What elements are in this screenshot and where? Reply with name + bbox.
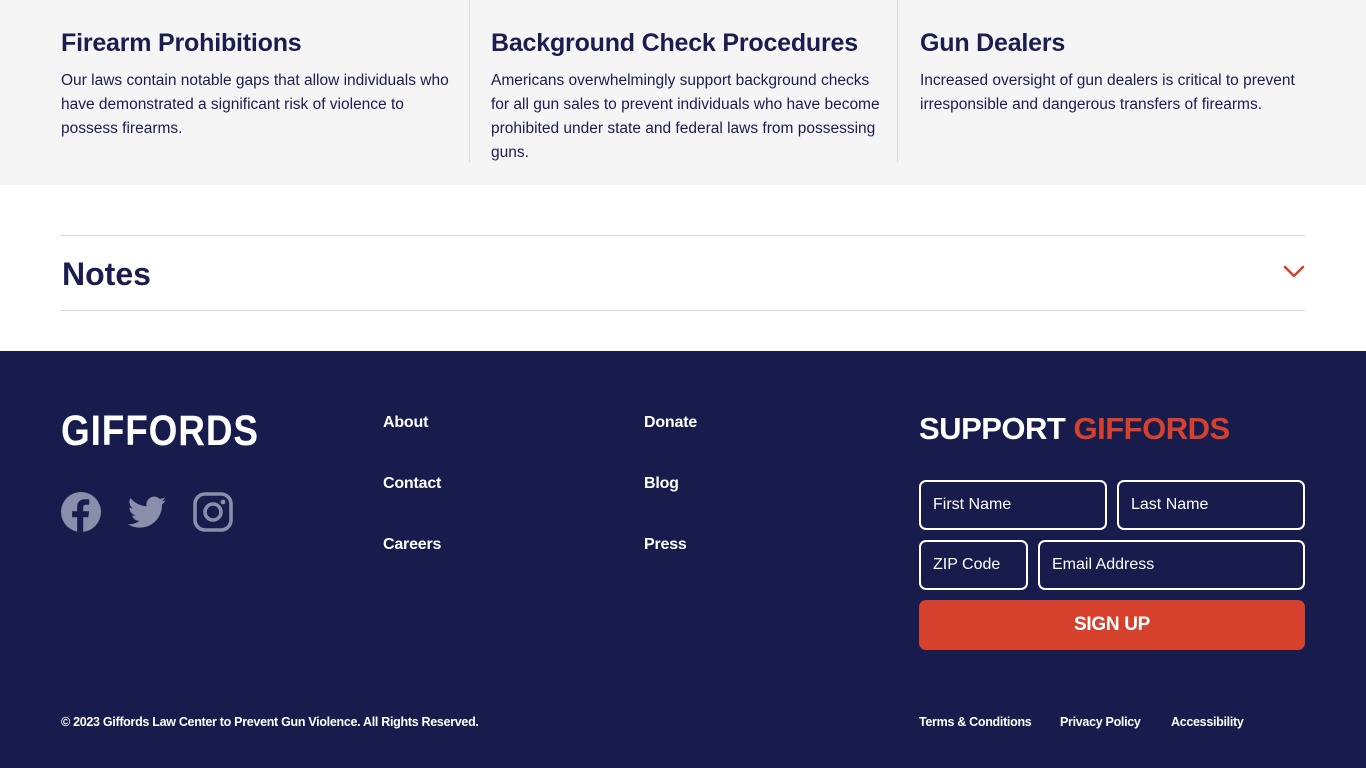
footer-link-press[interactable]: Press: [644, 536, 687, 554]
giffords-logo[interactable]: GIFFORDS: [61, 407, 259, 456]
card-firearm-prohibitions[interactable]: Firearm Prohibitions Our laws contain no…: [61, 0, 470, 162]
footer-link-careers[interactable]: Careers: [383, 536, 441, 554]
footer-link-contact[interactable]: Contact: [383, 475, 441, 493]
twitter-icon[interactable]: [126, 491, 168, 533]
card-title[interactable]: Background Check Procedures: [491, 29, 858, 58]
footer-link-about[interactable]: About: [383, 414, 428, 432]
card-description: Increased oversight of gun dealers is cr…: [920, 72, 1295, 113]
sign-up-button[interactable]: SIGN UP: [919, 600, 1305, 650]
privacy-policy-link[interactable]: Privacy Policy: [1060, 715, 1141, 729]
copyright-text: © 2023 Giffords Law Center to Prevent Gu…: [61, 715, 479, 729]
instagram-icon[interactable]: [192, 491, 234, 533]
card-title[interactable]: Firearm Prohibitions: [61, 29, 302, 58]
footer-link-blog[interactable]: Blog: [644, 475, 679, 493]
policy-cards-section: Firearm Prohibitions Our laws contain no…: [0, 0, 1366, 185]
card-description: Our laws contain notable gaps that allow…: [61, 72, 449, 137]
email-address-input[interactable]: [1038, 540, 1305, 590]
first-name-input[interactable]: [919, 480, 1107, 530]
support-heading-white: SUPPORT: [919, 411, 1066, 446]
last-name-input[interactable]: [1117, 480, 1305, 530]
footer-link-donate[interactable]: Donate: [644, 414, 697, 432]
support-giffords-heading: SUPPORT GIFFORDS: [919, 411, 1230, 447]
site-footer: GIFFORDS About Contact Careers Donate Bl…: [0, 351, 1366, 768]
zip-code-input[interactable]: [919, 540, 1028, 590]
card-background-check-procedures[interactable]: Background Check Procedures Americans ov…: [469, 0, 898, 162]
card-gun-dealers[interactable]: Gun Dealers Increased oversight of gun d…: [897, 0, 1317, 162]
card-description: Americans overwhelmingly support backgro…: [491, 72, 880, 161]
accessibility-link[interactable]: Accessibility: [1171, 715, 1244, 729]
chevron-down-icon[interactable]: [1283, 264, 1305, 280]
terms-conditions-link[interactable]: Terms & Conditions: [919, 715, 1032, 729]
support-heading-red: GIFFORDS: [1073, 411, 1230, 446]
notes-accordion[interactable]: Notes: [61, 235, 1305, 311]
notes-title: Notes: [62, 256, 151, 292]
card-title[interactable]: Gun Dealers: [920, 29, 1065, 58]
facebook-icon[interactable]: [60, 491, 102, 533]
